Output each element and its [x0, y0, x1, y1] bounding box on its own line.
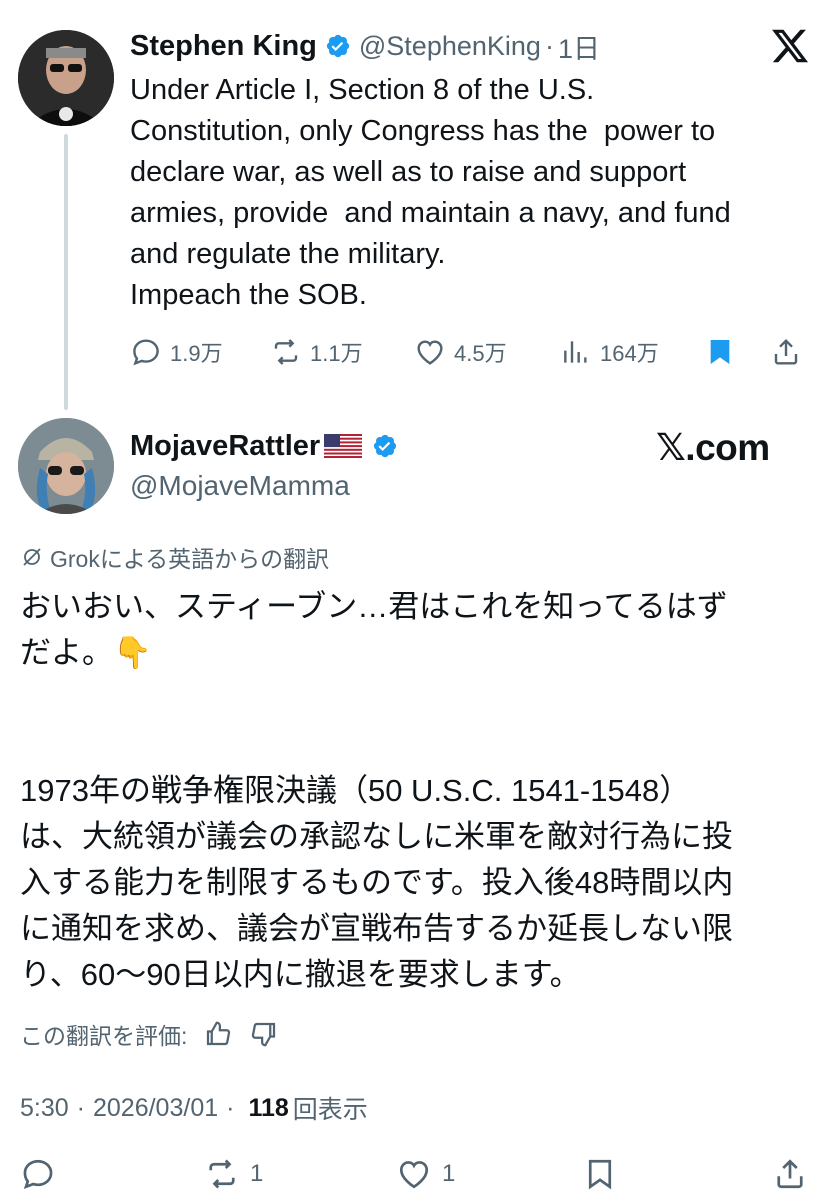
parent-tweet-actions: 1.9万 1.1万 4.5万 164万	[130, 330, 810, 374]
retweet-icon	[274, 339, 298, 365]
avatar-stephen-king[interactable]	[18, 30, 114, 126]
retweet-count: 1	[250, 1160, 264, 1187]
translation-label-text: Grokによる英語からの翻訳	[50, 546, 330, 572]
share-icon	[777, 1159, 803, 1189]
dot-separator: ·	[544, 30, 554, 61]
views-count: 164万	[600, 341, 659, 366]
bookmark-button[interactable]	[582, 1152, 628, 1196]
reply-tweet-text: おいおい、スティーブン…君はこれを知ってるはず だよ。👇 1973年の戦争権限決…	[20, 589, 734, 992]
share-button[interactable]	[772, 1152, 818, 1196]
dot-separator: ·	[76, 1093, 85, 1122]
author-handle[interactable]: @StephenKing	[359, 31, 541, 62]
reply-icon	[23, 1159, 53, 1190]
retweet-button[interactable]: 1	[204, 1152, 263, 1196]
thumbs-up-icon[interactable]	[203, 1019, 233, 1049]
reply-count: 1.9万	[170, 341, 223, 366]
bookmark-icon	[588, 1159, 612, 1190]
x-com-watermark: 𝕏.com	[656, 427, 770, 468]
tweet-time[interactable]: 5:30	[20, 1094, 69, 1123]
thumbs-down-icon[interactable]	[249, 1019, 279, 1049]
like-icon	[417, 340, 443, 365]
like-count: 1	[442, 1160, 456, 1187]
verified-badge-icon	[374, 434, 397, 458]
grok-translation-label: Grokによる英語からの翻訳	[20, 540, 329, 574]
rate-label: この翻訳を評価:	[20, 1023, 188, 1049]
retweet-button[interactable]: 1.1万	[270, 330, 363, 374]
bookmark-button[interactable]	[704, 330, 744, 374]
reply-button[interactable]	[20, 1152, 66, 1196]
like-button[interactable]: 4.5万	[414, 330, 507, 374]
dot-separator: ·	[226, 1093, 235, 1122]
share-icon	[774, 338, 798, 365]
rate-translation-row: この翻訳を評価:	[20, 1014, 279, 1054]
thread-line	[64, 134, 68, 410]
grok-icon	[23, 548, 41, 566]
author-name[interactable]: MojaveRattler	[130, 430, 320, 463]
author-handle[interactable]: @MojaveMamma	[130, 470, 350, 502]
views-count: 118	[248, 1093, 289, 1122]
like-icon	[399, 1161, 429, 1189]
tweet-time[interactable]: 1日	[558, 27, 600, 66]
avatar-mojave-rattler[interactable]	[18, 418, 114, 514]
tweet-date[interactable]: 2026/03/01	[93, 1094, 218, 1123]
reply-button[interactable]: 1.9万	[130, 330, 223, 374]
x-logo-icon[interactable]	[770, 26, 810, 66]
tweet-meta: 5:30 · 2026/03/01 · 118 回表示	[20, 1088, 368, 1128]
reply-tweet-header: MojaveRattler	[130, 426, 406, 466]
us-flag-icon	[324, 434, 363, 458]
author-name[interactable]: Stephen King	[130, 30, 317, 63]
views-label: 回表示	[292, 1096, 368, 1124]
reply-tweet-actions: 1 1	[0, 1152, 828, 1196]
parent-tweet-header: Stephen King @StephenKing · 1日	[130, 28, 600, 64]
like-button[interactable]: 1	[396, 1152, 455, 1196]
retweet-icon	[209, 1159, 235, 1189]
parent-tweet-text: Under Article I, Section 8 of the U.S. C…	[130, 74, 731, 311]
retweet-count: 1.1万	[310, 341, 363, 366]
share-button[interactable]	[770, 330, 810, 374]
views-button[interactable]: 164万	[560, 330, 659, 374]
reply-icon	[133, 339, 159, 366]
views-icon	[564, 341, 587, 363]
like-count: 4.5万	[454, 341, 507, 366]
bookmark-icon	[710, 340, 730, 364]
verified-badge-icon	[326, 34, 349, 58]
